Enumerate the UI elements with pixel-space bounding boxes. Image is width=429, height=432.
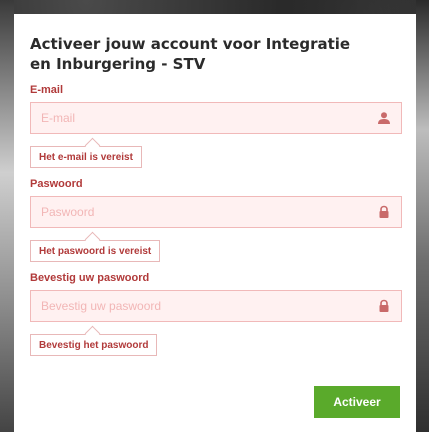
- confirm-password-input[interactable]: [31, 291, 381, 321]
- email-input[interactable]: [31, 103, 381, 133]
- activate-button[interactable]: Activeer: [314, 386, 400, 418]
- password-label: Paswoord: [30, 178, 83, 190]
- confirm-password-input-wrapper: [30, 290, 402, 322]
- password-input-wrapper: [30, 196, 402, 228]
- confirm-password-error-tooltip: Bevestig het paswoord: [30, 334, 158, 356]
- background-right-edge: [416, 0, 429, 432]
- card-title: Activeer jouw account voor Integratie en…: [30, 35, 351, 73]
- confirm-password-group: Bevestig uw paswoord Bevestig het paswoo…: [30, 272, 402, 356]
- email-input-wrapper: [30, 102, 402, 134]
- actions-row: Activeer: [314, 386, 400, 418]
- background-left-edge: [0, 0, 14, 432]
- email-label: E-mail: [30, 84, 64, 96]
- lock-icon: [379, 205, 389, 218]
- password-input[interactable]: [31, 197, 381, 227]
- password-error-tooltip: Het paswoord is vereist: [30, 240, 161, 262]
- password-group: Paswoord Het paswoord is vereist: [30, 178, 402, 262]
- user-icon: [378, 112, 390, 124]
- confirm-password-label: Bevestig uw paswoord: [30, 272, 150, 284]
- activation-card: Activeer jouw account voor Integratie en…: [14, 14, 416, 432]
- lock-icon: [379, 299, 389, 312]
- email-group: E-mail Het e-mail is vereist: [30, 84, 402, 168]
- email-error-tooltip: Het e-mail is vereist: [30, 146, 142, 168]
